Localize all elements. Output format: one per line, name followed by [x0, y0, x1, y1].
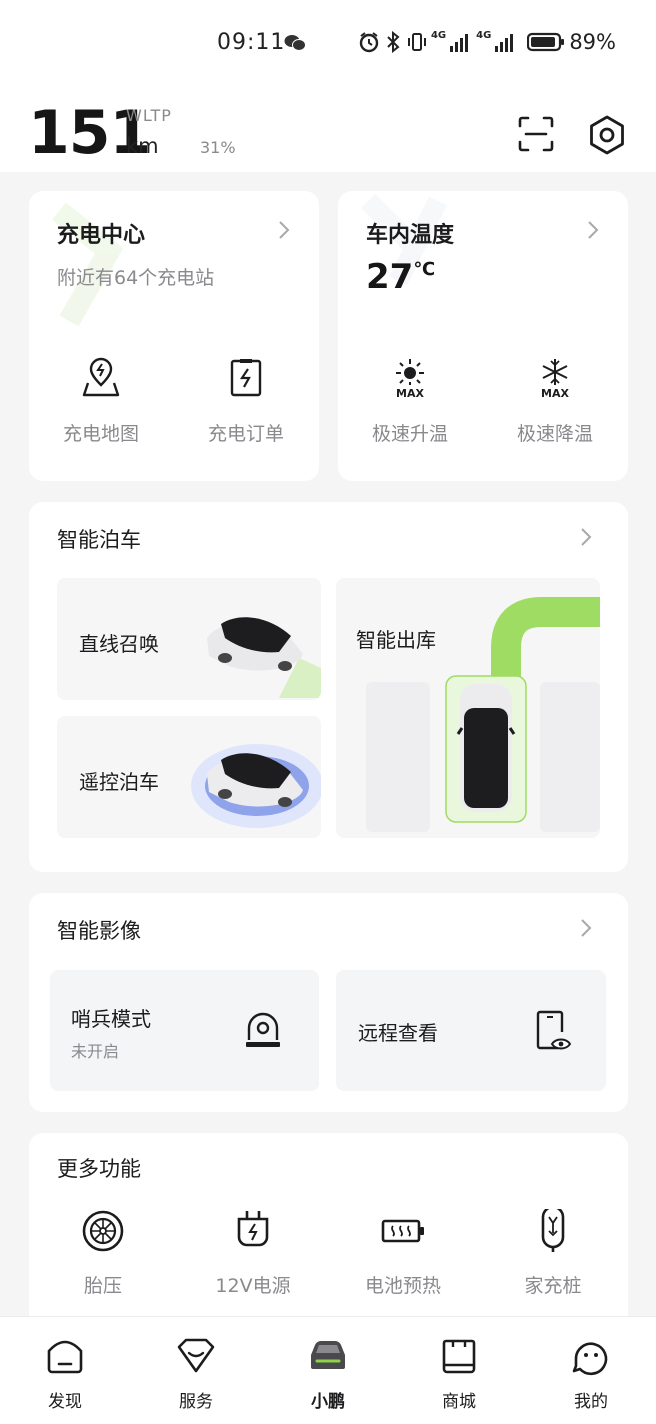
car-remote-icon: [191, 744, 321, 828]
sentry-mode-status: 未开启: [71, 1042, 120, 1061]
cool-max-icon: MAX: [541, 359, 569, 400]
battery-icon: [527, 32, 565, 52]
nav-xpeng-label: 小鹏: [311, 1392, 345, 1412]
charge-order-icon: [230, 359, 262, 397]
nav-discover[interactable]: 发现: [20, 1335, 110, 1412]
temperature-unit: ℃: [413, 259, 436, 280]
smart-imaging-card: 智能影像 哨兵模式 未开启 远程查看: [29, 893, 628, 1112]
chevron-right-icon[interactable]: [277, 219, 291, 241]
remote-parking-tile[interactable]: 遥控泊车: [57, 716, 321, 838]
car-icon: [311, 1341, 345, 1369]
parking-title: 智能泊车: [57, 528, 141, 552]
status-time: 09:11: [217, 30, 286, 55]
sentry-mode-label: 哨兵模式: [71, 1007, 151, 1031]
temperature-value-group: 27℃: [366, 257, 435, 297]
battery-heat-icon: [381, 1219, 424, 1243]
nav-profile[interactable]: 我的: [546, 1335, 636, 1412]
rapid-cool-label: 极速降温: [516, 423, 593, 445]
alarm-icon: [359, 32, 379, 53]
nav-service[interactable]: 服务: [151, 1335, 241, 1412]
status-icons: 4G 4G 89%: [359, 30, 616, 54]
remote-view-label: 远程查看: [358, 1021, 438, 1045]
battery-preheat-label: 电池预热: [364, 1275, 441, 1297]
straight-summon-tile[interactable]: 直线召唤: [57, 578, 321, 700]
scan-icon[interactable]: [516, 114, 556, 154]
charging-title: 充电中心: [57, 223, 146, 248]
heat-max-badge: MAX: [396, 387, 424, 400]
charging-subtitle: 附近有64个充电站: [57, 267, 215, 289]
remote-view-tile[interactable]: 远程查看: [336, 970, 606, 1091]
smart-parking-card: 智能泊车 直线召唤 遥控泊车 智能出库: [29, 502, 628, 872]
home-charger-icon: [541, 1209, 565, 1252]
cool-max-badge: MAX: [541, 387, 569, 400]
service-icon: [177, 1338, 215, 1373]
charging-order-label: 充电订单: [207, 423, 284, 445]
nav-xpeng[interactable]: 小鹏: [283, 1335, 373, 1412]
chevron-right-icon[interactable]: [579, 917, 593, 939]
status-bar: 09:11 4G 4G 89%: [0, 0, 656, 90]
tire-icon: [82, 1210, 124, 1252]
more-features-card: 更多功能 胎压 12V电源 电池预热 家充桩: [29, 1133, 628, 1333]
map-pin-icon: [82, 357, 120, 397]
nav-mall[interactable]: 商城: [414, 1335, 504, 1412]
heat-max-icon: MAX: [396, 359, 424, 400]
sentry-camera-icon: [246, 1012, 280, 1047]
more-title: 更多功能: [57, 1157, 141, 1181]
nav-service-label: 服务: [179, 1392, 213, 1412]
vehicle-header: 151 WLTP km 31%: [0, 90, 656, 172]
chevron-right-icon[interactable]: [579, 526, 593, 548]
bluetooth-icon: [387, 31, 400, 53]
remote-parking-label: 遥控泊车: [79, 770, 159, 794]
vibrate-icon: [407, 33, 426, 51]
rapid-cool-button[interactable]: MAX 极速降温: [495, 355, 615, 446]
charging-map-label: 充电地图: [62, 423, 139, 445]
decorative-watermark: [52, 202, 124, 327]
profile-icon: [572, 1342, 608, 1376]
nav-discover-label: 发现: [48, 1392, 82, 1412]
sentry-mode-tile[interactable]: 哨兵模式 未开启: [50, 970, 319, 1091]
power-plug-icon: [237, 1211, 269, 1247]
network-type-2: 4G: [476, 29, 492, 41]
home-charger-button[interactable]: 家充桩: [493, 1209, 613, 1298]
tire-pressure-button[interactable]: 胎压: [43, 1209, 163, 1298]
cabin-temperature-card[interactable]: 车内温度 27℃ MAX 极速升温 MAX 极速降温: [338, 191, 628, 481]
rapid-heat-label: 极速升温: [371, 423, 448, 445]
wechat-icon: [284, 35, 306, 51]
temperature-title: 车内温度: [366, 223, 455, 248]
chevron-right-icon[interactable]: [586, 219, 600, 241]
network-type-1: 4G: [430, 29, 447, 41]
12v-power-button[interactable]: 12V电源: [193, 1209, 313, 1298]
home-charger-label: 家充桩: [524, 1275, 582, 1297]
battery-preheat-button[interactable]: 电池预热: [343, 1209, 463, 1298]
charging-order-button[interactable]: 充电订单: [186, 355, 306, 446]
bottom-navigation: 发现 服务 小鹏 商城 我的: [0, 1316, 656, 1424]
car-exit-icon: [366, 597, 600, 832]
charging-map-button[interactable]: 充电地图: [41, 355, 161, 446]
remote-view-icon: [536, 1010, 572, 1050]
tire-pressure-label: 胎压: [83, 1275, 122, 1297]
car-side-icon: [207, 617, 321, 698]
nav-profile-label: 我的: [574, 1392, 608, 1412]
vehicle-battery-percent: 31%: [200, 138, 236, 157]
temperature-value: 27: [366, 257, 414, 297]
settings-icon[interactable]: [586, 114, 628, 156]
range-standard: WLTP: [126, 106, 172, 125]
straight-summon-label: 直线召唤: [79, 632, 159, 656]
charging-center-card[interactable]: 充电中心 附近有64个充电站 充电地图 充电订单: [29, 191, 319, 481]
range-unit: km: [126, 134, 159, 158]
rapid-heat-button[interactable]: MAX 极速升温: [350, 355, 470, 446]
imaging-title: 智能影像: [57, 919, 141, 943]
12v-power-label: 12V电源: [215, 1275, 291, 1297]
mall-icon: [442, 1339, 476, 1374]
signal-icon: [450, 34, 469, 52]
discover-icon: [47, 1340, 83, 1374]
signal-icon-2: [495, 34, 514, 52]
smart-exit-tile[interactable]: 智能出库: [336, 578, 600, 838]
nav-mall-label: 商城: [442, 1392, 476, 1412]
battery-percent: 89%: [569, 30, 616, 54]
